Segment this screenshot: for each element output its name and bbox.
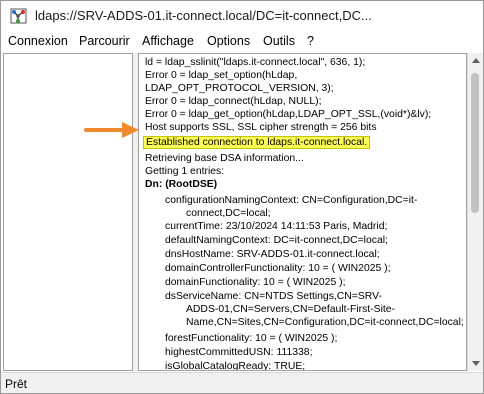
output-line: connect,DC=local;: [186, 208, 271, 219]
ldp-window: ldaps://SRV-ADDS-01.it-connect.local/DC=…: [0, 0, 484, 394]
menu-help[interactable]: ?: [307, 34, 314, 48]
output-line: Host supports SSL, SSL cipher strength =…: [145, 122, 377, 133]
title-bar[interactable]: ldaps://SRV-ADDS-01.it-connect.local/DC=…: [1, 1, 483, 31]
output-pane[interactable]: ld = ldap_sslinit("ldaps.it-connect.loca…: [138, 53, 467, 371]
menu-connexion[interactable]: Connexion: [8, 34, 68, 48]
menu-bar: Connexion Parcourir Affichage Options Ou…: [1, 31, 483, 52]
output-line: Name,CN=Sites,CN=Configuration,DC=it-con…: [186, 317, 464, 328]
highlight-established-connection: Established connection to ldaps.it-conne…: [143, 136, 371, 149]
output-line: LDAP_OPT_PROTOCOL_VERSION, 3);: [145, 83, 334, 94]
output-line: Error 0 = ldap_set_option(hLdap,: [145, 70, 298, 81]
output-line: Error 0 = ldap_get_option(hLdap,LDAP_OPT…: [145, 109, 432, 120]
scroll-thumb[interactable]: [471, 73, 479, 213]
output-line-dn: Dn: (RootDSE): [145, 179, 218, 190]
output-line: isGlobalCatalogReady: TRUE;: [165, 361, 306, 371]
output-line: configurationNamingContext: CN=Configura…: [165, 195, 418, 206]
output-line: Retrieving base DSA information...: [145, 153, 304, 164]
output-line: highestCommittedUSN: 111338;: [165, 347, 313, 358]
output-line: Getting 1 entries:: [145, 166, 225, 177]
scroll-down-arrow-icon[interactable]: [472, 361, 480, 366]
menu-affichage[interactable]: Affichage: [142, 34, 194, 48]
status-text: Prêt: [5, 377, 28, 391]
output-line: domainControllerFunctionality: 10 = ( WI…: [165, 263, 391, 274]
output-line: domainFunctionality: 10 = ( WIN2025 );: [165, 277, 346, 288]
window-title: ldaps://SRV-ADDS-01.it-connect.local/DC=…: [35, 8, 372, 23]
output-line: Error 0 = ldap_connect(hLdap, NULL);: [145, 96, 322, 107]
menu-parcourir[interactable]: Parcourir: [79, 34, 130, 48]
output-line-highlighted: Established connection to ldaps.it-conne…: [143, 136, 371, 149]
menu-outils[interactable]: Outils: [263, 34, 295, 48]
output-line: defaultNamingContext: DC=it-connect,DC=l…: [165, 235, 388, 246]
tree-pane[interactable]: [3, 53, 133, 371]
orange-arrow-icon: [84, 122, 139, 138]
scroll-up-arrow-icon[interactable]: [472, 58, 480, 63]
menu-options[interactable]: Options: [207, 34, 250, 48]
output-line: ld = ldap_sslinit("ldaps.it-connect.loca…: [145, 57, 366, 68]
output-line: currentTime: 23/10/2024 14:11:53 Paris, …: [165, 221, 388, 232]
output-line: forestFunctionality: 10 = ( WIN2025 );: [165, 333, 338, 344]
output-line: dsServiceName: CN=NTDS Settings,CN=SRV-: [165, 291, 382, 302]
output-line: ADDS-01,CN=Servers,CN=Default-First-Site…: [186, 304, 396, 315]
vertical-scrollbar[interactable]: [467, 53, 483, 371]
ldp-app-icon: [10, 8, 27, 24]
output-line: dnsHostName: SRV-ADDS-01.it-connect.loca…: [165, 249, 380, 260]
status-bar: Prêt: [1, 372, 483, 393]
